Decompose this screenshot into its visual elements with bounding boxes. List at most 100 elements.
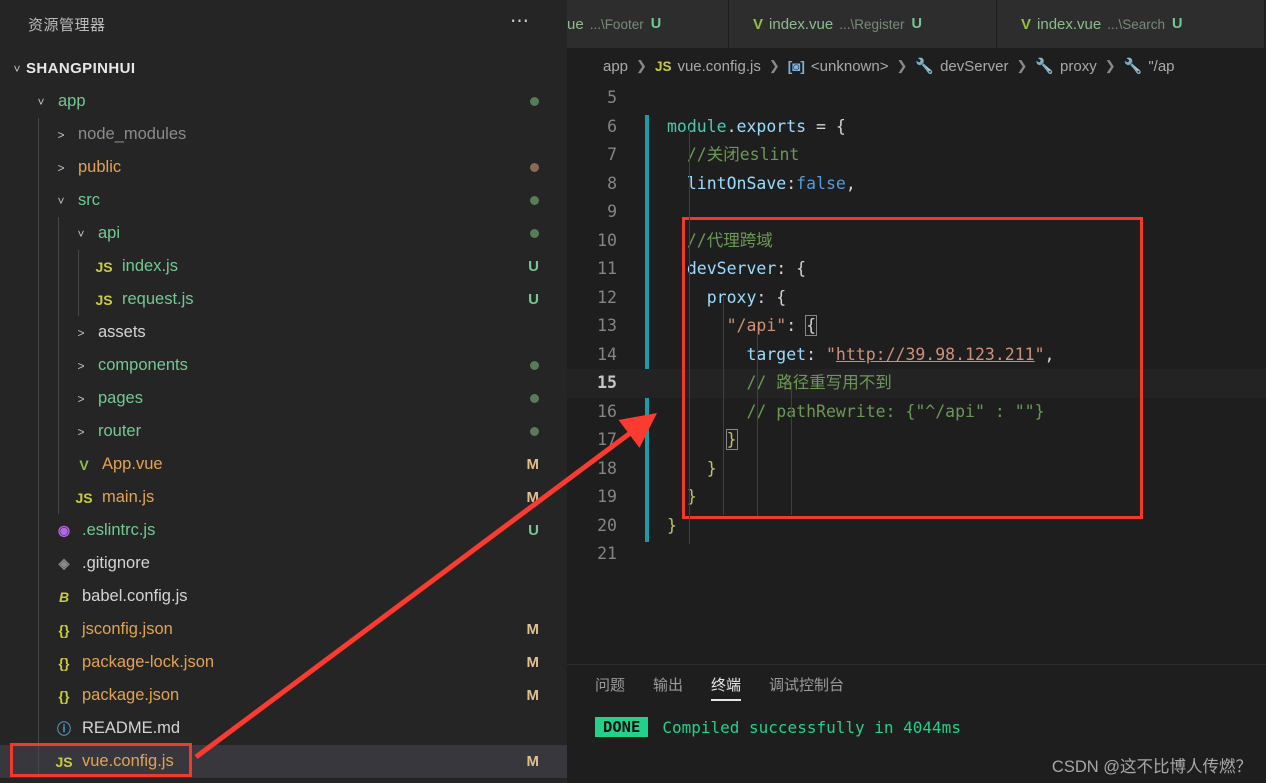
tree-item-label: api	[98, 224, 121, 242]
file-tree: ˅ SHANGPINHUI ˅ app ˃ node_modules ˃ public ˅ s…	[0, 48, 567, 778]
tree-item-package-json[interactable]: {} package.json M	[0, 679, 567, 712]
tree-item-label: main.js	[102, 488, 155, 506]
tree-item-vue-config-js[interactable]: JS vue.config.js M	[0, 745, 567, 778]
breadcrumb-label: vue.config.js	[677, 57, 761, 75]
editor-tab-description: ...\Register	[839, 16, 905, 32]
watermark: CSDN @这不比博人传燃？	[1051, 758, 1252, 776]
editor-tab[interactable]: ue ...\Footer U	[567, 0, 729, 48]
code-text: "/api": {	[727, 315, 818, 336]
terminal-message: Compiled successfully in 4044ms	[662, 717, 961, 737]
tree-root-shangpinhui[interactable]: ˅ SHANGPINHUI	[0, 52, 567, 85]
line-number: 8	[607, 173, 617, 193]
tree-item-app[interactable]: ˅ app	[0, 85, 567, 118]
line-number: 15	[597, 373, 617, 392]
tree-item-main-js[interactable]: JS main.js M	[0, 481, 567, 514]
git-status-badge: M	[526, 456, 540, 473]
breadcrumb-item[interactable]: [◙] <unknown>	[788, 58, 889, 75]
more-actions-icon[interactable]: ⋯	[510, 12, 531, 31]
git-icon: ◈	[58, 555, 70, 571]
code-line: 14 target: "http://39.98.123.211",	[567, 341, 1266, 370]
breadcrumb-item[interactable]: JS vue.config.js	[655, 58, 761, 75]
git-status-badge: U	[528, 522, 539, 539]
status-badge: DONE	[595, 717, 649, 737]
property-icon: 🔧	[1123, 58, 1143, 75]
tree-item-label: vue.config.js	[82, 752, 174, 770]
line-number: 9	[607, 202, 617, 221]
panel-tab-list: 问题 输出 终端 调试控制台	[567, 665, 1266, 709]
code-text: }	[725, 429, 738, 450]
tree-item--eslintrc-js[interactable]: ◉ .eslintrc.js U	[0, 514, 567, 547]
tree-item-label: request.js	[122, 290, 194, 308]
chevron-right-icon: ˃	[77, 391, 85, 406]
code-line: 16 // pathRewrite: {"^/api" : ""}	[567, 398, 1266, 427]
chevron-right-icon: ❯	[768, 58, 780, 73]
tree-item-assets[interactable]: ˃ assets	[0, 316, 567, 349]
git-status-dot	[530, 427, 539, 436]
root-folder-label: SHANGPINHUI	[26, 60, 136, 77]
indent-guide	[723, 297, 724, 515]
tree-item-package-lock-json[interactable]: {} package-lock.json M	[0, 646, 567, 679]
breadcrumb-item[interactable]: app	[603, 58, 628, 75]
tree-item-src[interactable]: ˅ src	[0, 184, 567, 217]
line-number: 5	[607, 88, 617, 107]
breadcrumb-item[interactable]: 🔧 "/ap	[1123, 57, 1175, 76]
tree-item-index-js[interactable]: JS index.js U	[0, 250, 567, 283]
breadcrumb-label: proxy	[1060, 57, 1097, 75]
breadcrumb-item[interactable]: 🔧 proxy	[1035, 57, 1097, 76]
code-line: 21	[567, 540, 1266, 569]
code-text: // pathRewrite: {"^/api" : ""}	[746, 401, 1045, 421]
editor-tab[interactable]: Vindex.vue ...\Search U	[997, 0, 1265, 48]
editor-tab[interactable]: Vindex.vue ...\Register U	[729, 0, 997, 48]
chevron-right-icon: ❯	[896, 58, 908, 73]
code-line: 19 }	[567, 483, 1266, 512]
tree-item-label: components	[98, 356, 188, 374]
chevron-down-icon: ˅	[77, 226, 85, 241]
breadcrumb-item[interactable]: 🔧 devServer	[915, 57, 1008, 76]
tree-item-label: index.js	[122, 257, 178, 275]
tree-item-babel-config-js[interactable]: Bbabel.config.js	[0, 580, 567, 613]
code-line: 17 }	[567, 426, 1266, 455]
code-text: }	[686, 487, 697, 506]
line-number: 18	[597, 458, 617, 478]
code-text: devServer: {	[686, 259, 807, 278]
chevron-right-icon: ˃	[57, 127, 65, 142]
tree-item-label: package.json	[82, 686, 180, 704]
editor-tab-badge: U	[911, 16, 922, 32]
line-number: 11	[597, 259, 617, 278]
code-text: //关闭eslint	[686, 145, 800, 164]
code-line: 5	[567, 84, 1266, 113]
code-text: // 路径重写用不到	[746, 373, 892, 392]
tree-item--gitignore[interactable]: ◈ .gitignore	[0, 547, 567, 580]
code-line: 6 module.exports = {	[567, 113, 1266, 142]
tree-item-api[interactable]: ˅ api	[0, 217, 567, 250]
indent-guide	[757, 326, 758, 516]
chevron-right-icon: ˃	[77, 424, 85, 439]
tree-item-router[interactable]: ˃ router	[0, 415, 567, 448]
panel-tab[interactable]: 输出	[653, 674, 683, 701]
panel-tab[interactable]: 调试控制台	[769, 674, 844, 701]
tree-item-label: pages	[98, 389, 143, 407]
code-line: 12 proxy: {	[567, 284, 1266, 313]
chevron-right-icon: ❯	[1104, 58, 1116, 73]
tree-item-readme-md[interactable]: ⓘ README.md	[0, 712, 567, 745]
vscode-window: 资源管理器 ⋯ ˅ SHANGPINHUI ˅ app ˃ node_modules ˃…	[0, 0, 1266, 783]
markdown-icon: ⓘ	[57, 720, 71, 737]
tree-item-public[interactable]: ˃ public	[0, 151, 567, 184]
tree-item-jsconfig-json[interactable]: {} jsconfig.json M	[0, 613, 567, 646]
tree-item-pages[interactable]: ˃ pages	[0, 382, 567, 415]
git-status-badge: M	[526, 489, 540, 506]
panel-tab[interactable]: 终端	[711, 674, 742, 701]
git-status-dot	[530, 163, 539, 172]
module-icon: [◙]	[787, 58, 805, 74]
tree-item-app-vue[interactable]: V App.vue M	[0, 448, 567, 481]
tree-item-request-js[interactable]: JS request.js U	[0, 283, 567, 316]
tree-item-label: node_modules	[78, 125, 187, 143]
code-editor[interactable]: 5 6 module.exports = {7 //关闭eslint 8 lintOn…	[567, 84, 1266, 664]
tree-item-node-modules[interactable]: ˃ node_modules	[0, 118, 567, 151]
explorer-header: 资源管理器 ⋯	[0, 0, 567, 48]
panel-tab[interactable]: 问题	[595, 674, 625, 701]
code-text: module.exports = {	[667, 116, 846, 136]
tree-item-components[interactable]: ˃ components	[0, 349, 567, 382]
editor-tab-badge: U	[650, 16, 662, 32]
tree-item-label: package-lock.json	[82, 653, 215, 671]
